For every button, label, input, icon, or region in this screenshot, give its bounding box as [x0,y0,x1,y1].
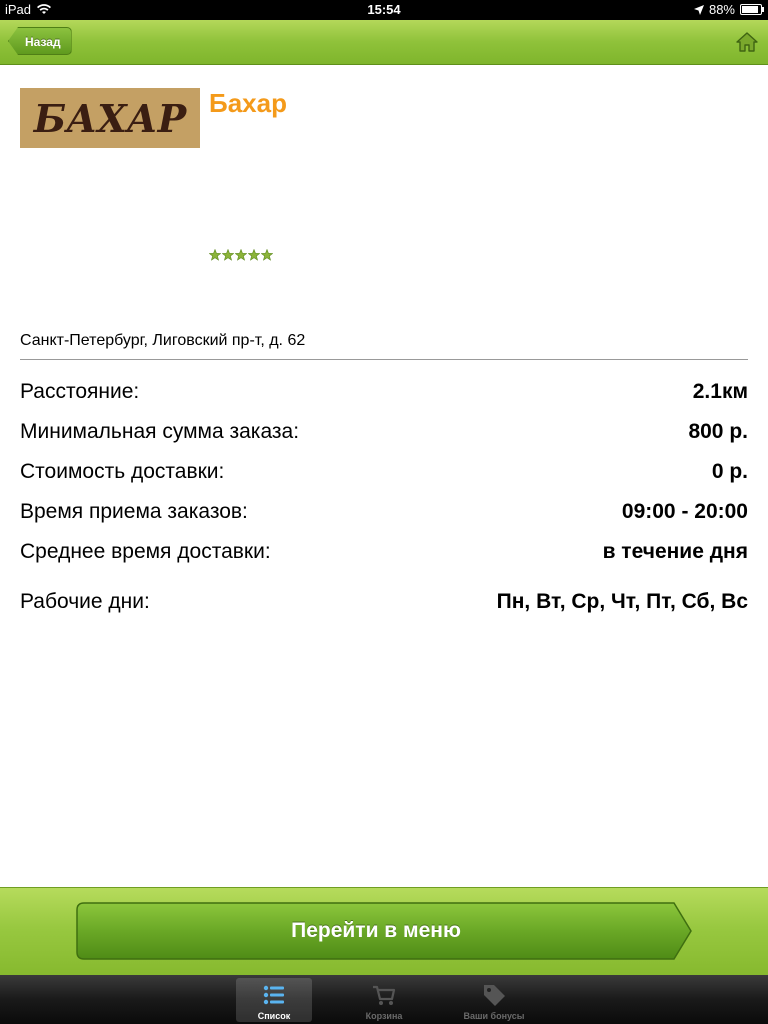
divider [20,359,748,360]
logo-image: БАХАР [20,88,200,148]
location-arrow-icon [693,4,704,15]
tab-bonuses[interactable]: Ваши бонусы [456,978,532,1022]
cart-icon [373,985,396,1005]
detail-value: 0 р. [711,460,748,483]
tab-label: Корзина [365,1011,403,1021]
restaurant-address: Санкт-Петербург, Лиговский пр-т, д. 62 [20,332,306,349]
detail-row-min-order: Минимальная сумма заказа: 800 р. [20,419,748,445]
tab-cart[interactable]: Корзина [346,978,422,1022]
detail-value: 2.1км [692,380,748,403]
detail-value: 09:00 - 20:00 [621,500,748,523]
detail-value: 800 р. [688,420,748,443]
star-icon [222,249,234,261]
tag-icon [484,985,505,1006]
menu-button-label: Перейти в меню [291,919,461,942]
detail-label: Стоимость доставки: [20,460,225,483]
tab-list[interactable]: Список [236,978,312,1022]
tab-bar: Список Корзина Ваши бонусы [0,975,768,1024]
tab-label: Ваши бонусы [463,1011,525,1021]
star-icon [248,249,260,261]
star-icon [209,249,221,261]
status-right: 88% [693,2,764,17]
detail-label: Рабочие дни: [20,590,150,613]
battery-icon [740,4,764,15]
detail-label: Расстояние: [20,380,140,403]
back-button[interactable]: Назад [8,27,72,55]
logo-text: БАХАР [33,96,188,141]
battery-percent: 88% [708,2,735,17]
detail-value: в течение дня [602,540,748,563]
detail-label: Время приема заказов: [20,500,248,523]
action-bar: Перейти в меню [0,887,768,976]
star-icon [235,249,247,261]
detail-row-working-days: Рабочие дни: Пн, Вт, Ср, Чт, Пт, Сб, Вс [20,589,748,615]
detail-row-delivery-time: Среднее время доставки: в течение дня [20,539,748,565]
detail-row-distance: Расстояние: 2.1км [20,379,748,405]
detail-label: Минимальная сумма заказа: [20,420,300,443]
detail-value: Пн, Вт, Ср, Чт, Пт, Сб, Вс [496,590,748,613]
navigation-bar: Назад [0,20,768,65]
status-bar: iPad 15:54 88% [0,0,768,20]
list-icon [263,985,284,1005]
restaurant-logo: БАХАР [20,88,200,148]
detail-row-order-hours: Время приема заказов: 09:00 - 20:00 [20,499,748,525]
star-icon [261,249,273,261]
home-icon[interactable] [736,32,758,52]
star-rating [209,249,273,261]
tab-label: Список [257,1011,291,1021]
battery-fill [742,6,758,13]
go-to-menu-button[interactable]: Перейти в меню [76,902,692,960]
detail-row-delivery-cost: Стоимость доставки: 0 р. [20,459,748,485]
detail-label: Среднее время доставки: [20,540,271,563]
status-time: 15:54 [367,2,401,17]
restaurant-name: Бахар [209,88,287,118]
